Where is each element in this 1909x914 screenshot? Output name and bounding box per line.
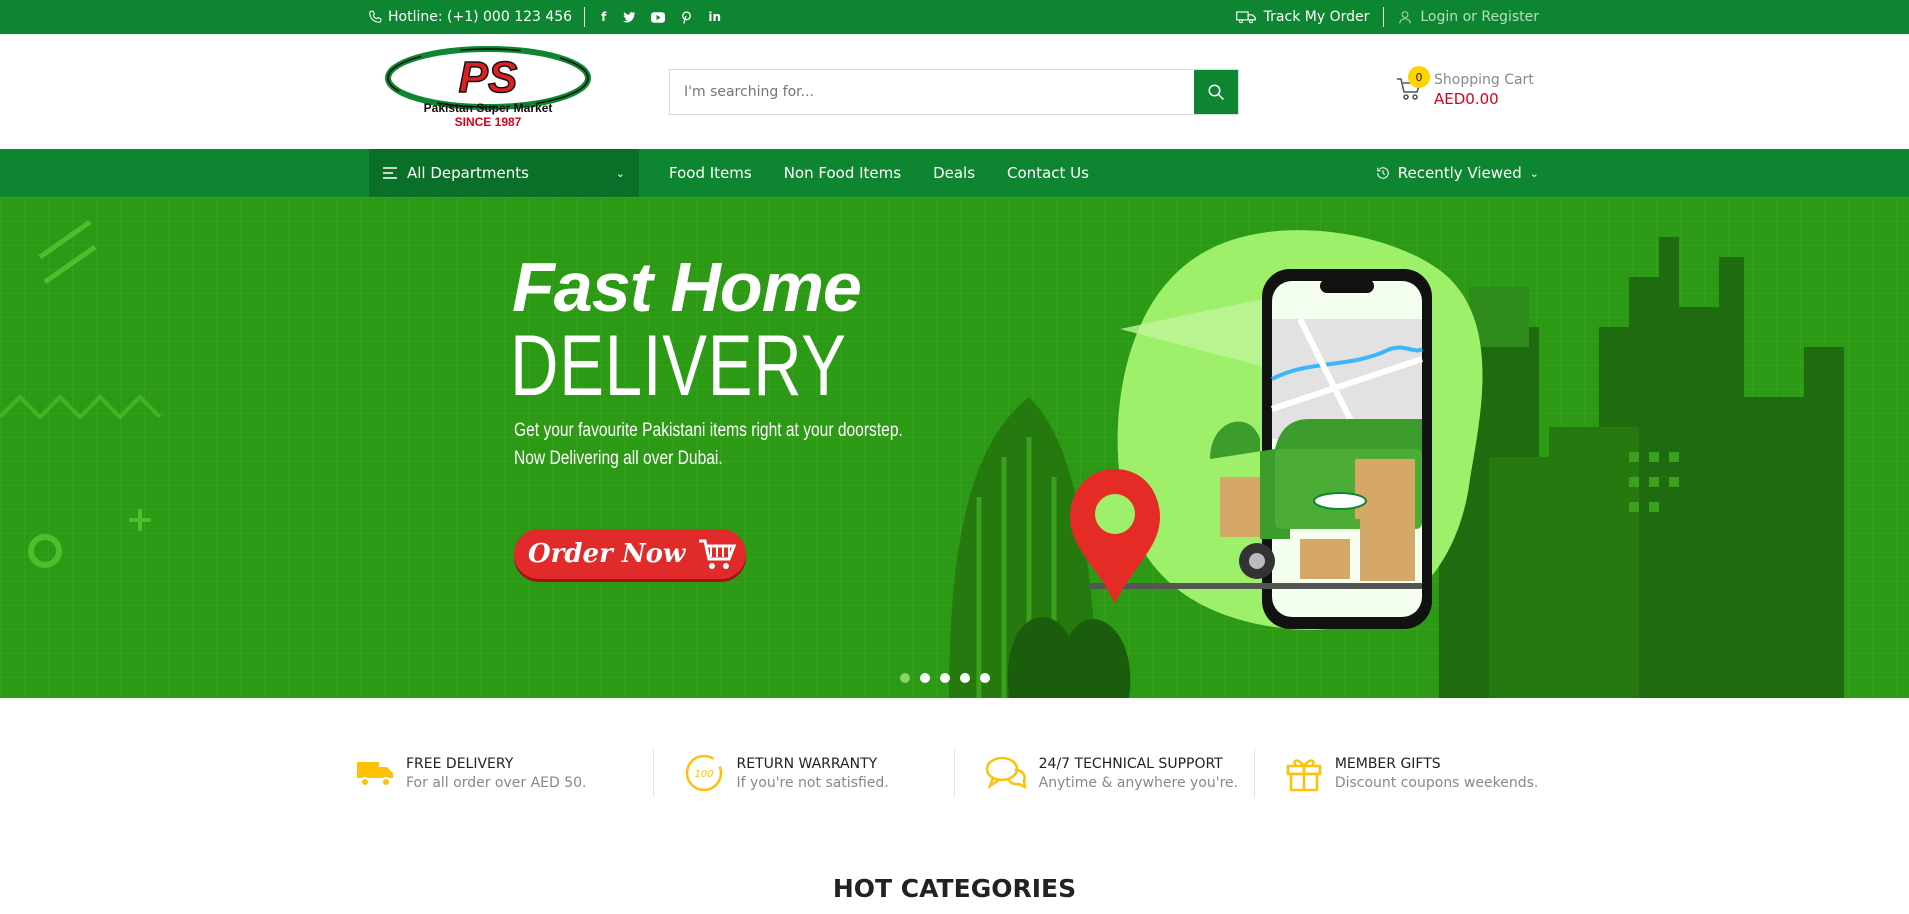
linkedin-icon[interactable]: in [708, 10, 721, 24]
chevron-down-icon: ⌄ [615, 166, 625, 180]
order-now-button[interactable]: Order Now [514, 529, 746, 579]
twitter-icon[interactable] [622, 11, 636, 23]
feature-technical-support: 24/7 TECHNICAL SUPPORT Anytime & anywher… [953, 748, 1254, 798]
gift-icon [1286, 759, 1322, 792]
facebook-icon[interactable]: f [601, 10, 606, 24]
feature-text: RETURN WARRANTY If you're not satisfied. [736, 756, 888, 791]
top-bar: Hotline: (+1) 000 123 456 f in Track My … [0, 0, 1909, 34]
top-bar-left: Hotline: (+1) 000 123 456 f in [368, 7, 721, 27]
nav-menu: Food Items Non Food Items Deals Contact … [669, 149, 1089, 197]
divider [1383, 7, 1385, 27]
top-bar-right: Track My Order Login or Register [1235, 7, 1539, 27]
feature-title: MEMBER GIFTS [1334, 755, 1441, 772]
feature-text: FREE DELIVERY For all order over AED 50. [406, 756, 587, 791]
search-bar [669, 69, 1239, 115]
feature-desc: If you're not satisfied. [736, 774, 889, 791]
support-icon [985, 756, 1027, 790]
user-icon [1399, 11, 1412, 24]
chevron-down-icon: ⌄ [1529, 166, 1539, 180]
history-icon [1377, 167, 1389, 179]
search-icon [1208, 84, 1225, 101]
cart-icon [699, 539, 737, 569]
feature-title: 24/7 TECHNICAL SUPPORT [1038, 755, 1223, 772]
nav-item-food-items[interactable]: Food Items [669, 164, 752, 182]
truck-small-icon [1235, 11, 1256, 24]
feature-desc: Discount coupons weekends. [1334, 774, 1539, 791]
feature-desc: For all order over AED 50. [406, 774, 587, 791]
slider-dots [900, 673, 990, 683]
nav-item-contact-us[interactable]: Contact Us [1007, 164, 1089, 182]
cart-summary: Shopping Cart AED0.00 [1434, 72, 1534, 108]
pinterest-icon[interactable] [681, 10, 692, 24]
cart-label: Shopping Cart [1434, 72, 1534, 88]
hero-banner[interactable]: Fast Home DELIVERY Get your favourite Pa… [0, 197, 1909, 698]
cart-icon-wrap: 0 [1396, 66, 1430, 104]
slider-dot[interactable] [940, 673, 950, 683]
nav-item-deals[interactable]: Deals [933, 164, 975, 182]
all-departments-dropdown[interactable]: All Departments ⌄ [369, 149, 639, 197]
order-now-label: Order Now [528, 539, 686, 569]
hero-subtitle-line2: Now Delivering all over Dubai. [514, 448, 723, 469]
features-strip: FREE DELIVERY For all order over AED 50.… [354, 748, 1554, 798]
hero-subtitle: Get your favourite Pakistani items right… [514, 417, 903, 473]
slider-dot[interactable] [920, 673, 930, 683]
recently-viewed-label: Recently Viewed [1397, 164, 1522, 182]
divider [584, 7, 586, 27]
login-register-link[interactable]: Login or Register [1420, 9, 1539, 25]
truck-icon [357, 762, 393, 787]
social-links: f in [601, 10, 721, 24]
site-logo[interactable]: PS Pakistan Super Market SINCE 1987 [384, 44, 594, 130]
slider-dot[interactable] [980, 673, 990, 683]
site-header: PS Pakistan Super Market SINCE 1987 0 Sh… [0, 34, 1909, 149]
decor-shapes [0, 219, 162, 568]
youtube-icon[interactable] [651, 11, 666, 23]
feature-desc: Anytime & anywhere you're. [1038, 774, 1239, 791]
track-order-link[interactable]: Track My Order [1264, 9, 1370, 25]
logo-mark: PS [459, 53, 518, 102]
slider-dot[interactable] [900, 673, 910, 683]
hero-title-line2: DELIVERY [510, 318, 847, 414]
feature-title: FREE DELIVERY [406, 755, 514, 772]
feature-member-gifts: MEMBER GIFTS Discount coupons weekends. [1253, 748, 1554, 798]
svg-text:100: 100 [695, 769, 714, 780]
feature-text: 24/7 TECHNICAL SUPPORT Anytime & anywher… [1039, 756, 1238, 791]
section-title-hot-categories: HOT CATEGORIES [832, 874, 1077, 903]
hero-title-line1: Fast Home [512, 248, 862, 326]
search-input[interactable] [670, 70, 1194, 114]
hotline-text: Hotline: (+1) 000 123 456 [388, 9, 573, 25]
logo-since: SINCE 1987 [455, 115, 522, 129]
nav-item-non-food-items[interactable]: Non Food Items [784, 164, 901, 182]
slider-dot[interactable] [960, 673, 970, 683]
feature-text: MEMBER GIFTS Discount coupons weekends. [1335, 756, 1539, 791]
phone-icon [369, 10, 382, 23]
main-nav: All Departments ⌄ Food Items Non Food It… [0, 149, 1909, 197]
feature-return-warranty: 100 RETURN WARRANTY If you're not satisf… [653, 748, 953, 798]
cart-count-badge: 0 [1408, 66, 1430, 88]
hero-subtitle-line1: Get your favourite Pakistani items right… [514, 420, 903, 441]
search-button[interactable] [1194, 70, 1238, 114]
feature-free-delivery: FREE DELIVERY For all order over AED 50. [354, 748, 653, 798]
logo-name: Pakistan Super Market [424, 101, 553, 115]
warranty-icon: 100 [686, 754, 723, 792]
feature-title: RETURN WARRANTY [736, 755, 878, 772]
cart-amount: AED0.00 [1434, 90, 1499, 108]
departments-label: All Departments [407, 164, 529, 182]
delivery-illustration [1070, 230, 1483, 630]
recently-viewed-dropdown[interactable]: Recently Viewed ⌄ [1376, 149, 1539, 197]
menu-lines-icon [383, 167, 397, 179]
shopping-cart[interactable]: 0 Shopping Cart AED0.00 [1396, 66, 1534, 108]
